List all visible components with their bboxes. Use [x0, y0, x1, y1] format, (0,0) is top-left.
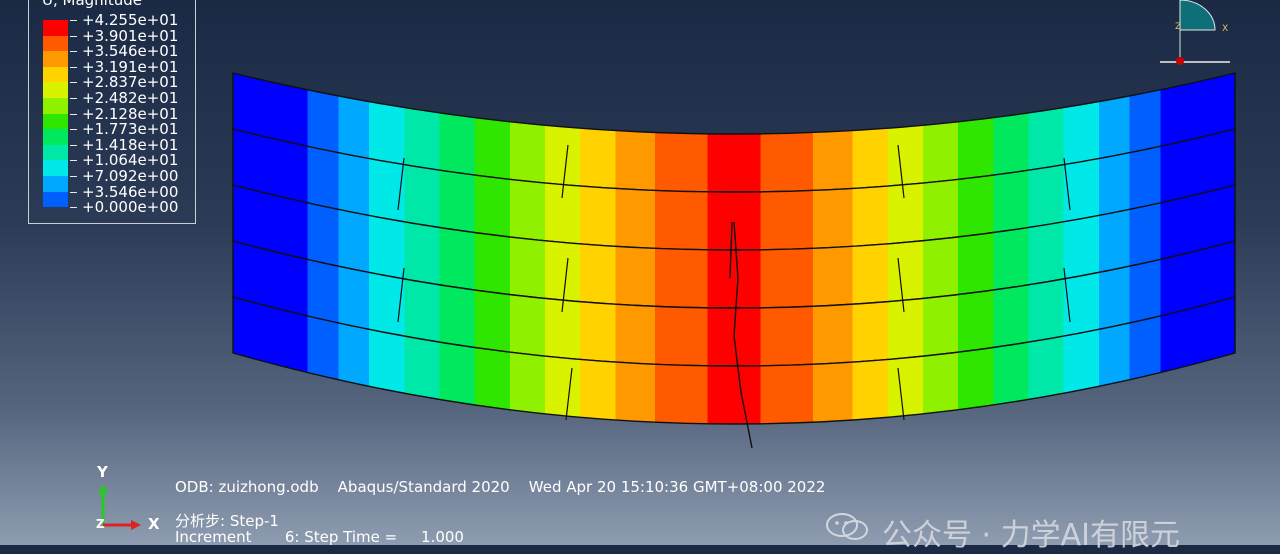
- legend-swatch: [43, 82, 68, 98]
- legend-label: +3.901e+01: [82, 26, 179, 45]
- legend-label: +1.418e+01: [82, 135, 179, 154]
- odb-info-line: ODB: zuizhong.odb Abaqus/Standard 2020 W…: [175, 478, 826, 496]
- legend-tick: [70, 160, 77, 162]
- x-axis-label: X: [148, 515, 160, 533]
- view-triad-icon: [1160, 0, 1230, 65]
- legend-label: +3.546e+00: [82, 182, 179, 201]
- legend-swatch: [43, 98, 68, 114]
- legend-tick: [70, 20, 77, 21]
- z-axis-label: Z: [96, 517, 105, 531]
- legend-label: +3.546e+01: [82, 42, 179, 61]
- view-origin-marker: [1176, 57, 1184, 65]
- legend-swatch: [43, 160, 68, 176]
- view-x-label: X: [1222, 24, 1229, 34]
- legend-label: +2.482e+01: [82, 89, 179, 107]
- legend-swatch: [43, 144, 68, 161]
- legend-label: +7.092e+00: [82, 167, 179, 185]
- wechat-icon: [826, 513, 868, 540]
- legend-swatch: [43, 51, 68, 67]
- legend-label: +0.000e+00: [82, 198, 179, 217]
- legend-label: +1.773e+01: [82, 120, 179, 139]
- y-axis-arrowhead: [98, 484, 108, 494]
- legend-tick: [70, 207, 77, 209]
- legend-swatch: [43, 191, 68, 208]
- legend-label: +4.255e+01: [82, 11, 179, 29]
- legend-label: +2.837e+01: [82, 73, 179, 92]
- view-z-label: Z: [1175, 22, 1182, 32]
- legend-tick: [70, 66, 77, 68]
- view-quadrant-icon: [1179, 0, 1216, 31]
- legend-tick: [70, 176, 77, 177]
- axis-triad: [98, 484, 141, 530]
- legend-swatch: [43, 113, 68, 130]
- legend-swatch: [43, 129, 68, 145]
- legend-label: +3.191e+01: [82, 57, 179, 76]
- legend-swatch: [43, 176, 68, 192]
- increment-info-line: Increment 6: Step Time = 1.000: [175, 528, 464, 546]
- legend-tick: [70, 51, 77, 53]
- legend-swatch: [43, 66, 68, 83]
- legend-swatch: [43, 20, 68, 36]
- legend-tick: [70, 129, 77, 131]
- legend-swatch: [43, 35, 68, 52]
- legend-tick: [70, 113, 77, 115]
- legend-tick: [70, 35, 77, 37]
- y-axis-label: Y: [97, 463, 108, 481]
- legend-label: +1.064e+01: [82, 151, 179, 170]
- watermark-text: 公众号 · 力学AI有限元: [882, 518, 1180, 553]
- legend-tick: [70, 98, 77, 99]
- x-axis-arrowhead: [131, 520, 141, 530]
- legend-tick: [70, 82, 77, 84]
- legend-tick: [70, 144, 77, 146]
- legend-label: +2.128e+01: [82, 104, 179, 123]
- legend-tick: [70, 191, 77, 193]
- viewport[interactable]: U, Magnitude +4.255e+01 +3.901e+01 +3.546e…: [0, 0, 1280, 553]
- legend-title: U, Magnitude: [42, 0, 142, 9]
